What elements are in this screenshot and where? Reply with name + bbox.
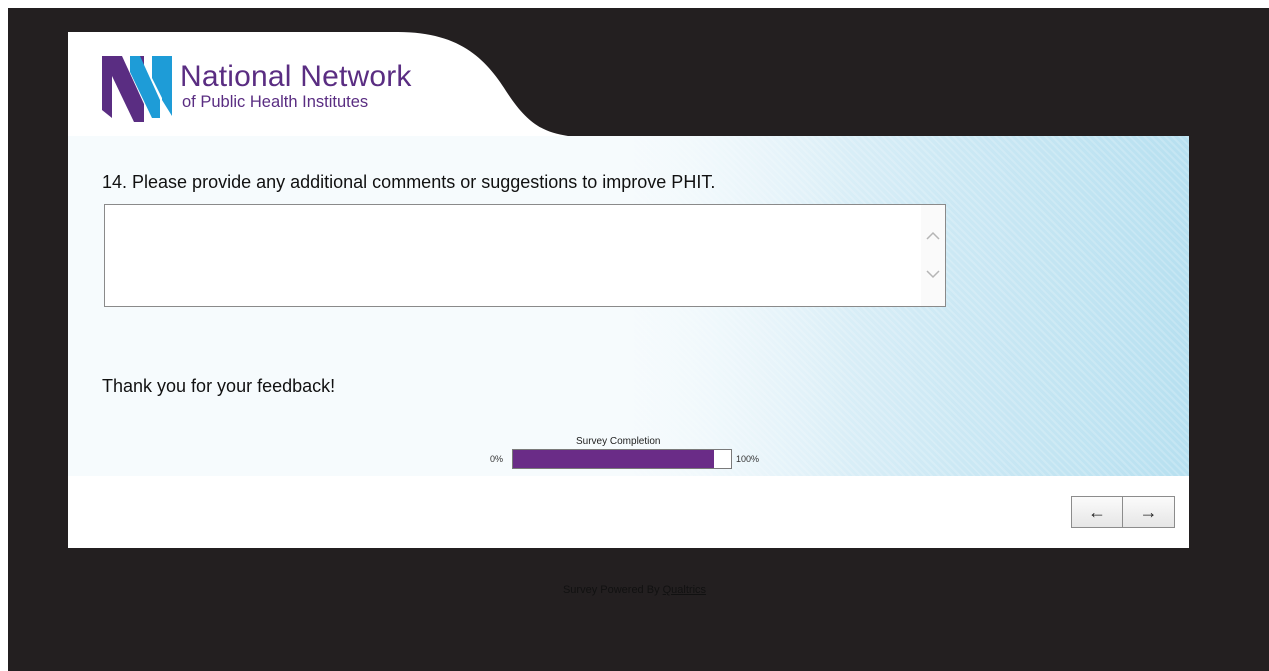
progress-min-label: 0% [490,454,504,464]
progress-bar-fill [513,450,714,468]
question-area: 14. Please provide any additional commen… [68,136,1189,476]
qualtrics-link[interactable]: Qualtrics [663,584,706,596]
navigation-buttons: ← → [1071,496,1175,528]
powered-by-text: Survey Powered By [562,584,663,596]
logo-subtitle: of Public Health Institutes [182,93,369,111]
textbox-scrollbar[interactable] [921,205,945,306]
powered-by-footer: Survey Powered By Qualtrics [0,584,1269,596]
nnphi-logo-mark-icon [102,56,172,122]
nnphi-logo: National Network of Public Health Instit… [100,52,420,124]
next-button[interactable]: → [1123,496,1175,528]
back-button[interactable]: ← [1071,496,1123,528]
progress-title: Survey Completion [576,436,661,447]
thank-you-message: Thank you for your feedback! [102,376,336,396]
progress-indicator: Survey Completion 0% 100% [478,434,778,474]
navigation-area: ← → [68,476,1189,548]
comment-input[interactable] [105,205,925,306]
survey-container: National Network of Public Health Instit… [68,32,1189,548]
chevron-down-icon[interactable] [924,265,942,283]
chevron-up-icon[interactable] [924,227,942,245]
question-text: 14. Please provide any additional commen… [102,172,716,192]
progress-bar [512,449,732,469]
survey-header: National Network of Public Health Instit… [68,32,1189,136]
progress-max-label: 100% [736,454,760,464]
logo-title: National Network [180,60,412,93]
comment-textbox[interactable] [104,204,946,307]
